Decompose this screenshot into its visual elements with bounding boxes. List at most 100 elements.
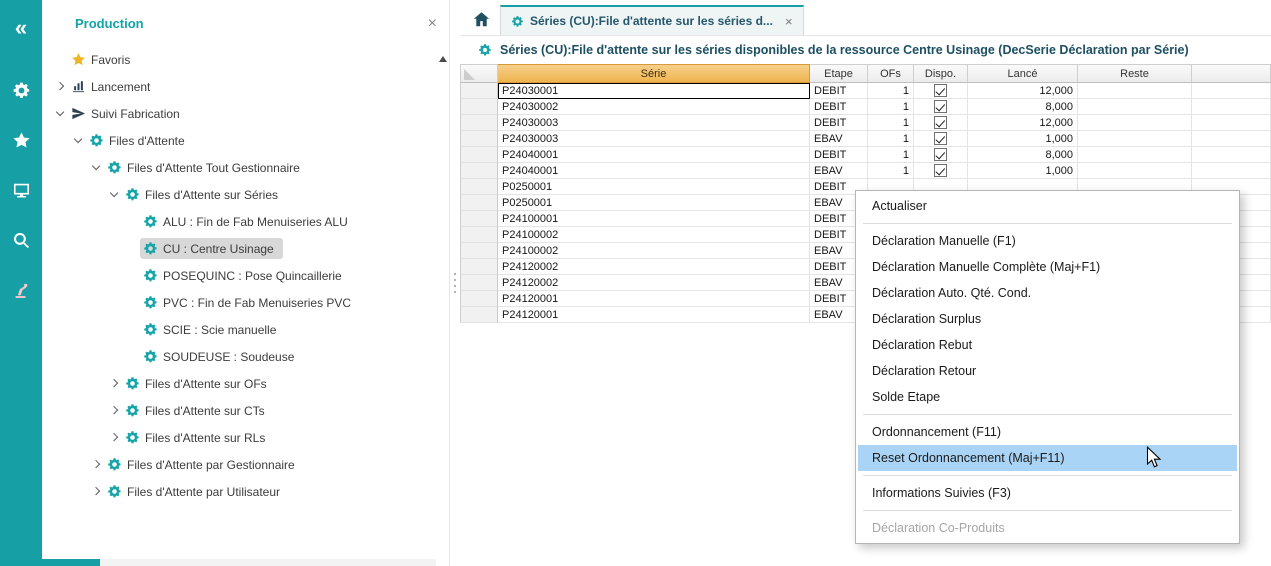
tab-close-icon[interactable]: × — [785, 15, 793, 28]
cell-serie[interactable]: P0250001 — [498, 195, 810, 211]
column-header-lance[interactable]: Lancé — [968, 64, 1078, 83]
column-header-ofs[interactable]: OFs — [868, 64, 914, 83]
sidebar-item-files-attente-tout-gestionnaire[interactable]: Files d'Attente Tout Gestionnaire — [42, 154, 436, 181]
row-header-cell[interactable] — [460, 195, 498, 211]
cell-reste[interactable] — [1078, 115, 1192, 131]
chevron-down-icon[interactable] — [70, 139, 86, 142]
cell-dispo[interactable] — [914, 163, 968, 179]
cell-reste[interactable] — [1078, 163, 1192, 179]
column-header-etape[interactable]: Etape — [810, 64, 868, 83]
menu-item-actualiser[interactable]: Actualiser — [858, 193, 1237, 219]
row-header-cell[interactable] — [460, 115, 498, 131]
cell-blank[interactable] — [1192, 131, 1271, 147]
cell-serie[interactable]: P24030002 — [498, 99, 810, 115]
sidebar-item-lancement[interactable]: Lancement — [42, 73, 436, 100]
dispo-checkbox[interactable] — [934, 116, 947, 129]
cell-ofs[interactable]: 1 — [868, 83, 914, 99]
cell-etape[interactable]: DEBIT — [810, 147, 868, 163]
rail-settings-button[interactable] — [0, 73, 42, 107]
cell-dispo[interactable] — [914, 99, 968, 115]
tree-vertical-scrollbar[interactable] — [436, 50, 449, 558]
cell-ofs[interactable]: 1 — [868, 147, 914, 163]
column-header-serie[interactable]: Série — [498, 64, 810, 83]
sidebar-item-files-attente-sur-ofs[interactable]: Files d'Attente sur OFs — [42, 370, 436, 397]
cell-ofs[interactable]: 1 — [868, 131, 914, 147]
menu-item-declaration-surplus[interactable]: Déclaration Surplus — [858, 306, 1237, 332]
cell-lance[interactable]: 12,000 — [968, 115, 1078, 131]
cell-blank[interactable] — [1192, 147, 1271, 163]
scroll-up-icon[interactable] — [439, 56, 447, 62]
cell-etape[interactable]: EBAV — [810, 163, 868, 179]
sidebar-item-files-attente-par-utilisateur[interactable]: Files d'Attente par Utilisateur — [42, 478, 436, 505]
cell-reste[interactable] — [1078, 83, 1192, 99]
row-header-cell[interactable] — [460, 243, 498, 259]
cell-lance[interactable]: 12,000 — [968, 83, 1078, 99]
row-header-cell[interactable] — [460, 147, 498, 163]
dispo-checkbox[interactable] — [934, 84, 947, 97]
cell-serie[interactable]: P24100001 — [498, 211, 810, 227]
chevron-right-icon[interactable] — [106, 407, 122, 413]
dispo-checkbox[interactable] — [934, 132, 947, 145]
cell-reste[interactable] — [1078, 147, 1192, 163]
row-header-cell[interactable] — [460, 163, 498, 179]
cell-etape[interactable]: EBAV — [810, 131, 868, 147]
cell-serie[interactable]: P24040001 — [498, 147, 810, 163]
cell-etape[interactable]: DEBIT — [810, 83, 868, 99]
cell-ofs[interactable]: 1 — [868, 163, 914, 179]
dispo-checkbox[interactable] — [934, 148, 947, 161]
cell-ofs[interactable]: 1 — [868, 115, 914, 131]
panel-splitter[interactable] — [450, 0, 460, 566]
sidebar-item-alu[interactable]: ALU : Fin de Fab Menuiseries ALU — [42, 208, 436, 235]
cell-serie[interactable]: P24030003 — [498, 115, 810, 131]
cell-blank[interactable] — [1192, 99, 1271, 115]
tree-horizontal-scrollbar[interactable] — [42, 559, 436, 566]
cell-dispo[interactable] — [914, 147, 968, 163]
sidebar-item-scie[interactable]: SCIE : Scie manuelle — [42, 316, 436, 343]
cell-serie[interactable]: P24100002 — [498, 243, 810, 259]
cell-serie[interactable]: P24040001 — [498, 163, 810, 179]
row-header-cell[interactable] — [460, 259, 498, 275]
cell-blank[interactable] — [1192, 83, 1271, 99]
row-header-cell[interactable] — [460, 179, 498, 195]
cell-etape[interactable]: DEBIT — [810, 99, 868, 115]
chevron-right-icon[interactable] — [106, 434, 122, 440]
row-header-cell[interactable] — [460, 275, 498, 291]
cell-serie[interactable]: P24100002 — [498, 227, 810, 243]
menu-item-informations-suivies[interactable]: Informations Suivies (F3) — [858, 480, 1237, 506]
row-header-cell[interactable] — [460, 131, 498, 147]
cell-reste[interactable] — [1078, 99, 1192, 115]
chevron-down-icon[interactable] — [88, 166, 104, 169]
row-header-cell[interactable] — [460, 83, 498, 99]
sidebar-item-cu[interactable]: CU : Centre Usinage — [42, 235, 436, 262]
cell-blank[interactable] — [1192, 163, 1271, 179]
cell-etape[interactable]: DEBIT — [810, 115, 868, 131]
cell-lance[interactable]: 1,000 — [968, 131, 1078, 147]
cell-lance[interactable]: 8,000 — [968, 99, 1078, 115]
cell-lance[interactable]: 8,000 — [968, 147, 1078, 163]
cell-dispo[interactable] — [914, 131, 968, 147]
cell-serie[interactable]: P24120002 — [498, 275, 810, 291]
menu-item-declaration-auto-qte-cond[interactable]: Déclaration Auto. Qté. Cond. — [858, 280, 1237, 306]
row-header-cell[interactable] — [460, 291, 498, 307]
chevron-down-icon[interactable] — [52, 112, 68, 115]
sidebar-item-suivi-fabrication[interactable]: Suivi Fabrication — [42, 100, 436, 127]
column-header-dispo[interactable]: Dispo. — [914, 64, 968, 83]
sidebar-item-posequinc[interactable]: POSEQUINC : Pose Quincaillerie — [42, 262, 436, 289]
menu-item-declaration-manuelle-complete[interactable]: Déclaration Manuelle Complète (Maj+F1) — [858, 254, 1237, 280]
menu-item-solde-etape[interactable]: Solde Etape — [858, 384, 1237, 410]
cell-serie[interactable]: P24120002 — [498, 259, 810, 275]
sidebar-item-files-attente-sur-series[interactable]: Files d'Attente sur Séries — [42, 181, 436, 208]
row-header-cell[interactable] — [460, 307, 498, 323]
chevron-right-icon[interactable] — [88, 488, 104, 494]
chevron-down-icon[interactable] — [106, 193, 122, 196]
menu-item-reset-ordonnancement[interactable]: Reset Ordonnancement (Maj+F11) — [858, 445, 1237, 471]
cell-serie[interactable]: P24120001 — [498, 307, 810, 323]
cell-dispo[interactable] — [914, 83, 968, 99]
menu-item-declaration-rebut[interactable]: Déclaration Rebut — [858, 332, 1237, 358]
rail-screens-button[interactable] — [0, 173, 42, 207]
cell-serie[interactable]: P24030001 — [498, 83, 810, 99]
chevron-right-icon[interactable] — [52, 83, 68, 89]
sidebar-item-files-attente-par-gestionnaire[interactable]: Files d'Attente par Gestionnaire — [42, 451, 436, 478]
rail-search-button[interactable] — [0, 223, 42, 257]
sidebar-close-icon[interactable]: × — [428, 16, 437, 32]
